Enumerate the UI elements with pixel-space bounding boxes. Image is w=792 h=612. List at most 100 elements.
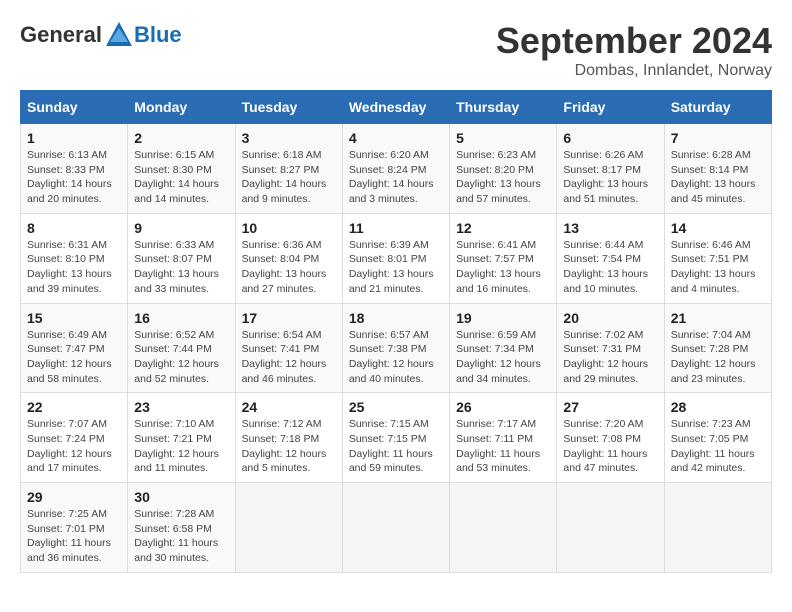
day-number: 6 xyxy=(563,130,657,146)
calendar-cell xyxy=(557,483,664,573)
day-number: 7 xyxy=(671,130,765,146)
day-number: 25 xyxy=(349,399,443,415)
calendar-table: SundayMondayTuesdayWednesdayThursdayFrid… xyxy=(20,90,772,573)
day-number: 23 xyxy=(134,399,228,415)
calendar-cell: 21 Sunrise: 7:04 AM Sunset: 7:28 PM Dayli… xyxy=(664,303,771,393)
calendar-cell: 9 Sunrise: 6:33 AM Sunset: 8:07 PM Daylig… xyxy=(128,213,235,303)
page-header: General Blue September 2024 Dombas, Innl… xyxy=(20,20,772,80)
day-info: Sunrise: 6:18 AM Sunset: 8:27 PM Dayligh… xyxy=(242,148,336,207)
calendar-cell: 29 Sunrise: 7:25 AM Sunset: 7:01 PM Dayli… xyxy=(21,483,128,573)
day-number: 2 xyxy=(134,130,228,146)
calendar-cell: 19Sunrise: 6:59 AM Sunset: 7:34 PM Dayli… xyxy=(450,303,557,393)
day-info: Sunrise: 7:10 AM Sunset: 7:21 PM Dayligh… xyxy=(134,417,228,476)
day-info: Sunrise: 6:52 AM Sunset: 7:44 PM Dayligh… xyxy=(134,328,228,387)
day-info: Sunrise: 7:02 AM Sunset: 7:31 PM Dayligh… xyxy=(563,328,657,387)
day-number: 26 xyxy=(456,399,550,415)
day-number: 4 xyxy=(349,130,443,146)
header-wednesday: Wednesday xyxy=(342,91,449,124)
calendar-cell: 11 Sunrise: 6:39 AM Sunset: 8:01 PM Dayli… xyxy=(342,213,449,303)
calendar-cell: 5 Sunrise: 6:23 AM Sunset: 8:20 PM Daylig… xyxy=(450,124,557,214)
day-info: Sunrise: 6:33 AM Sunset: 8:07 PM Dayligh… xyxy=(134,238,228,297)
calendar-cell: 20 Sunrise: 7:02 AM Sunset: 7:31 PM Dayli… xyxy=(557,303,664,393)
day-number: 3 xyxy=(242,130,336,146)
calendar-cell: 24Sunrise: 7:12 AM Sunset: 7:18 PM Dayli… xyxy=(235,393,342,483)
day-number: 12 xyxy=(456,220,550,236)
day-number: 20 xyxy=(563,310,657,326)
day-info: Sunrise: 7:25 AM Sunset: 7:01 PM Dayligh… xyxy=(27,507,121,566)
calendar-week-row: 1Sunrise: 6:13 AM Sunset: 8:33 PM Daylig… xyxy=(21,124,772,214)
day-number: 19 xyxy=(456,310,550,326)
calendar-cell: 6Sunrise: 6:26 AM Sunset: 8:17 PM Daylig… xyxy=(557,124,664,214)
calendar-cell: 22 Sunrise: 7:07 AM Sunset: 7:24 PM Dayli… xyxy=(21,393,128,483)
header-monday: Monday xyxy=(128,91,235,124)
day-info: Sunrise: 6:44 AM Sunset: 7:54 PM Dayligh… xyxy=(563,238,657,297)
calendar-week-row: 15 Sunrise: 6:49 AM Sunset: 7:47 PM Dayli… xyxy=(21,303,772,393)
calendar-cell xyxy=(450,483,557,573)
day-info: Sunrise: 7:23 AM Sunset: 7:05 PM Dayligh… xyxy=(671,417,765,476)
day-number: 29 xyxy=(27,489,121,505)
calendar-week-row: 22 Sunrise: 7:07 AM Sunset: 7:24 PM Dayli… xyxy=(21,393,772,483)
calendar-cell: 14Sunrise: 6:46 AM Sunset: 7:51 PM Dayli… xyxy=(664,213,771,303)
calendar-cell: 3 Sunrise: 6:18 AM Sunset: 8:27 PM Daylig… xyxy=(235,124,342,214)
calendar-cell xyxy=(342,483,449,573)
calendar-cell: 26 Sunrise: 7:17 AM Sunset: 7:11 PM Dayli… xyxy=(450,393,557,483)
day-number: 15 xyxy=(27,310,121,326)
day-info: Sunrise: 7:20 AM Sunset: 7:08 PM Dayligh… xyxy=(563,417,657,476)
calendar-cell: 30 Sunrise: 7:28 AM Sunset: 6:58 PM Dayli… xyxy=(128,483,235,573)
day-number: 28 xyxy=(671,399,765,415)
day-info: Sunrise: 6:39 AM Sunset: 8:01 PM Dayligh… xyxy=(349,238,443,297)
day-info: Sunrise: 7:04 AM Sunset: 7:28 PM Dayligh… xyxy=(671,328,765,387)
calendar-cell: 7Sunrise: 6:28 AM Sunset: 8:14 PM Daylig… xyxy=(664,124,771,214)
calendar-subtitle: Dombas, Innlandet, Norway xyxy=(496,62,772,80)
day-number: 1 xyxy=(27,130,121,146)
calendar-cell: 10 Sunrise: 6:36 AM Sunset: 8:04 PM Dayli… xyxy=(235,213,342,303)
calendar-header-row: SundayMondayTuesdayWednesdayThursdayFrid… xyxy=(21,91,772,124)
day-info: Sunrise: 7:17 AM Sunset: 7:11 PM Dayligh… xyxy=(456,417,550,476)
header-sunday: Sunday xyxy=(21,91,128,124)
day-info: Sunrise: 6:57 AM Sunset: 7:38 PM Dayligh… xyxy=(349,328,443,387)
title-section: September 2024 Dombas, Innlandet, Norway xyxy=(496,20,772,80)
header-saturday: Saturday xyxy=(664,91,771,124)
calendar-cell: 1Sunrise: 6:13 AM Sunset: 8:33 PM Daylig… xyxy=(21,124,128,214)
day-info: Sunrise: 7:15 AM Sunset: 7:15 PM Dayligh… xyxy=(349,417,443,476)
logo-icon xyxy=(104,20,134,50)
day-number: 5 xyxy=(456,130,550,146)
day-number: 24 xyxy=(242,399,336,415)
day-number: 22 xyxy=(27,399,121,415)
header-tuesday: Tuesday xyxy=(235,91,342,124)
day-number: 21 xyxy=(671,310,765,326)
calendar-cell: 15 Sunrise: 6:49 AM Sunset: 7:47 PM Dayli… xyxy=(21,303,128,393)
header-friday: Friday xyxy=(557,91,664,124)
day-number: 9 xyxy=(134,220,228,236)
day-number: 17 xyxy=(242,310,336,326)
logo-blue: Blue xyxy=(134,22,182,48)
day-info: Sunrise: 6:20 AM Sunset: 8:24 PM Dayligh… xyxy=(349,148,443,207)
calendar-week-row: 8Sunrise: 6:31 AM Sunset: 8:10 PM Daylig… xyxy=(21,213,772,303)
day-info: Sunrise: 6:15 AM Sunset: 8:30 PM Dayligh… xyxy=(134,148,228,207)
calendar-cell: 12 Sunrise: 6:41 AM Sunset: 7:57 PM Dayli… xyxy=(450,213,557,303)
calendar-title: September 2024 xyxy=(496,20,772,62)
calendar-cell: 4 Sunrise: 6:20 AM Sunset: 8:24 PM Daylig… xyxy=(342,124,449,214)
day-number: 13 xyxy=(563,220,657,236)
day-info: Sunrise: 7:07 AM Sunset: 7:24 PM Dayligh… xyxy=(27,417,121,476)
day-info: Sunrise: 6:49 AM Sunset: 7:47 PM Dayligh… xyxy=(27,328,121,387)
calendar-cell: 25 Sunrise: 7:15 AM Sunset: 7:15 PM Dayli… xyxy=(342,393,449,483)
day-number: 11 xyxy=(349,220,443,236)
day-number: 18 xyxy=(349,310,443,326)
day-info: Sunrise: 6:41 AM Sunset: 7:57 PM Dayligh… xyxy=(456,238,550,297)
calendar-cell xyxy=(664,483,771,573)
day-info: Sunrise: 6:36 AM Sunset: 8:04 PM Dayligh… xyxy=(242,238,336,297)
day-info: Sunrise: 6:54 AM Sunset: 7:41 PM Dayligh… xyxy=(242,328,336,387)
day-info: Sunrise: 7:28 AM Sunset: 6:58 PM Dayligh… xyxy=(134,507,228,566)
day-number: 16 xyxy=(134,310,228,326)
logo: General Blue xyxy=(20,20,182,50)
calendar-cell: 28 Sunrise: 7:23 AM Sunset: 7:05 PM Dayli… xyxy=(664,393,771,483)
day-info: Sunrise: 6:46 AM Sunset: 7:51 PM Dayligh… xyxy=(671,238,765,297)
calendar-cell: 8Sunrise: 6:31 AM Sunset: 8:10 PM Daylig… xyxy=(21,213,128,303)
calendar-cell: 18 Sunrise: 6:57 AM Sunset: 7:38 PM Dayli… xyxy=(342,303,449,393)
logo-general: General xyxy=(20,22,102,48)
day-info: Sunrise: 6:23 AM Sunset: 8:20 PM Dayligh… xyxy=(456,148,550,207)
day-number: 10 xyxy=(242,220,336,236)
day-number: 30 xyxy=(134,489,228,505)
header-thursday: Thursday xyxy=(450,91,557,124)
